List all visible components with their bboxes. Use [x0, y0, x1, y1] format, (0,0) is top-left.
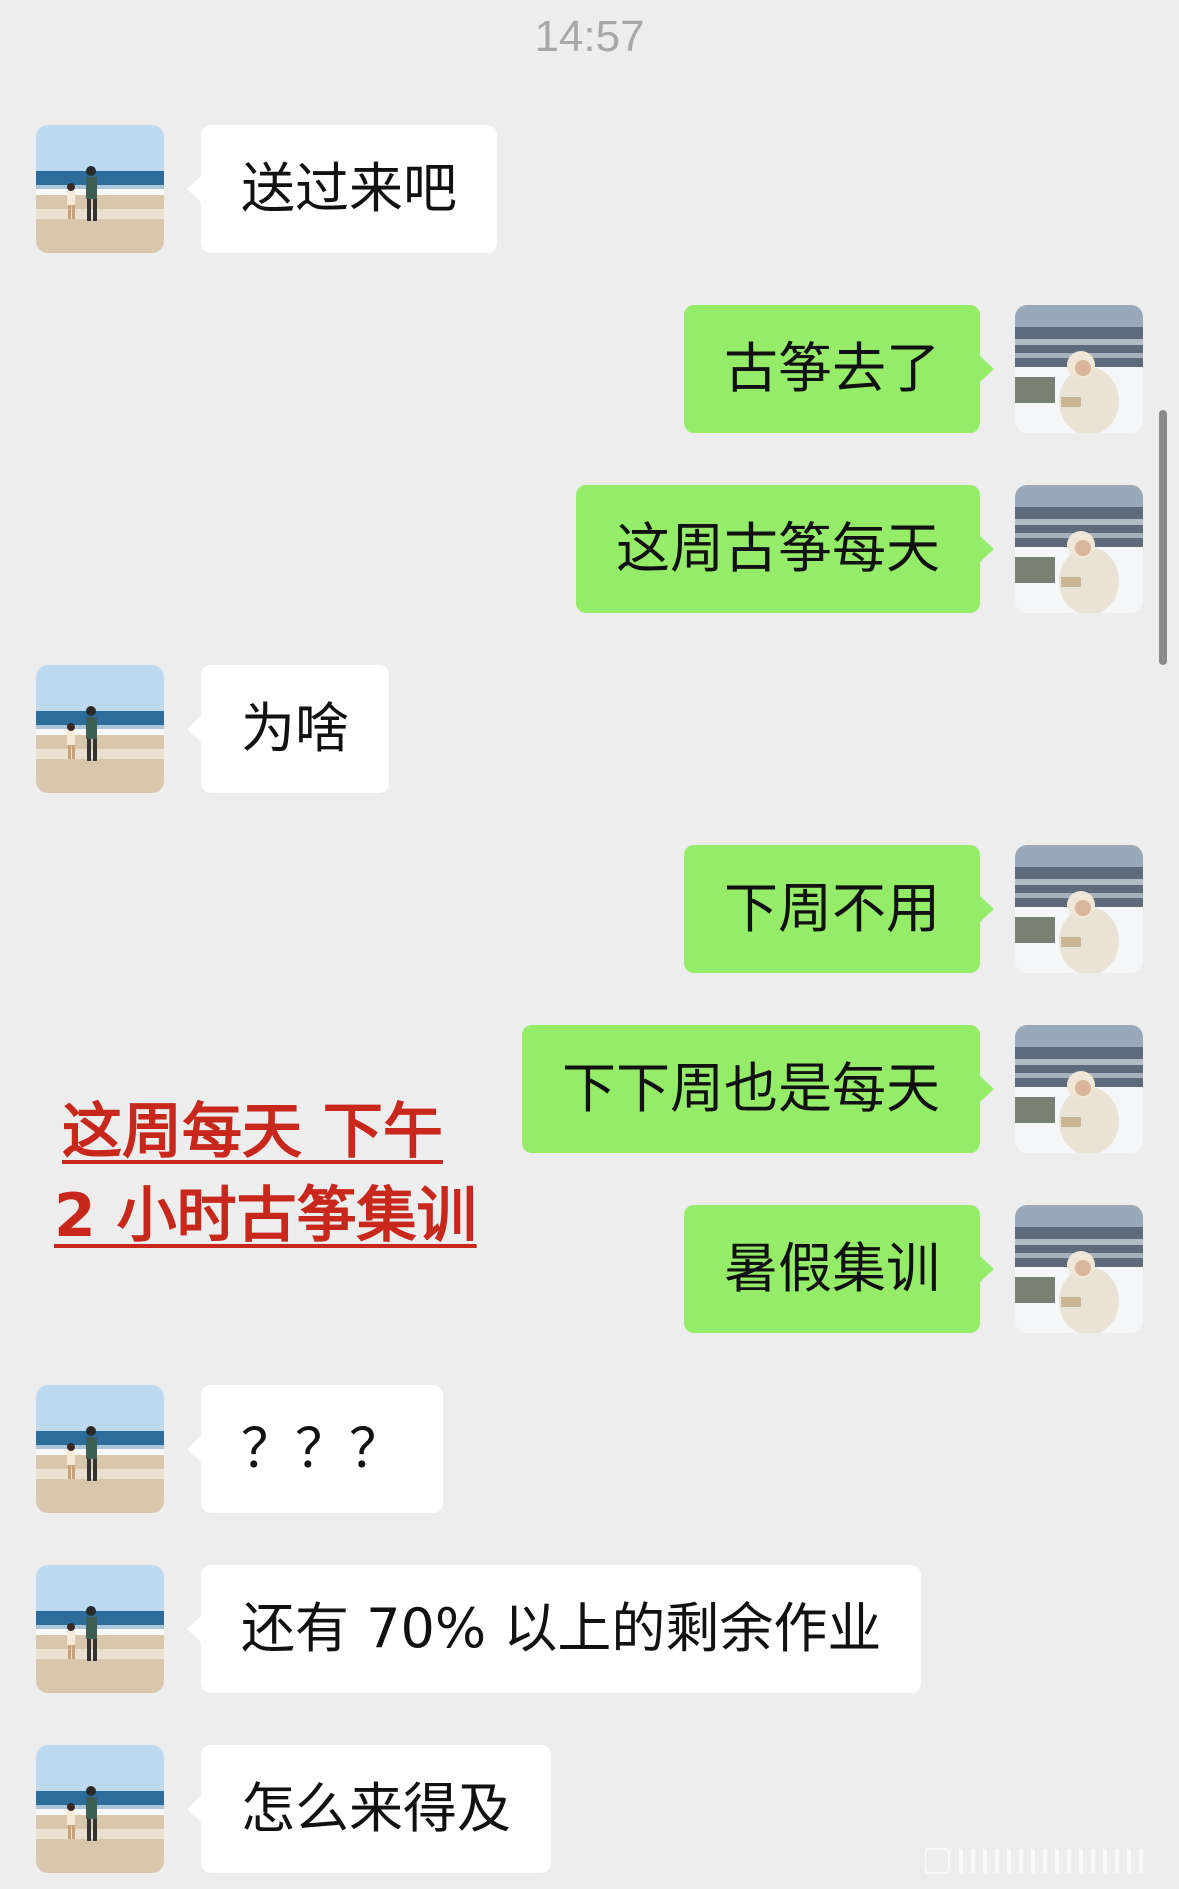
my-avatar[interactable] — [1015, 1025, 1143, 1153]
beach-avatar-icon — [36, 1745, 164, 1873]
contact-avatar[interactable] — [36, 125, 164, 253]
annotation-line-2: 2 小时古筝集训 — [54, 1181, 477, 1251]
my-avatar[interactable] — [1015, 485, 1143, 613]
chat-message-received: 还有 70% 以上的剩余作业 — [36, 1565, 956, 1695]
scrollbar[interactable] — [1159, 410, 1167, 665]
red-annotation: 这周每天 下午 2 小时古筝集训 — [54, 1090, 477, 1258]
my-avatar[interactable] — [1015, 305, 1143, 433]
contact-avatar[interactable] — [36, 1745, 164, 1873]
message-bubble[interactable]: 怎么来得及 — [187, 1745, 551, 1873]
chat-message-sent: 下下周也是每天 — [483, 1025, 1143, 1155]
message-bubble[interactable]: 送过来吧 — [187, 125, 497, 253]
my-avatar[interactable] — [1015, 1205, 1143, 1333]
contact-avatar[interactable] — [36, 1385, 164, 1513]
contact-avatar[interactable] — [36, 1565, 164, 1693]
beach-avatar-icon — [36, 1565, 164, 1693]
chat-message-sent: 暑假集训 — [663, 1205, 1143, 1335]
message-bubble[interactable]: 下周不用 — [684, 845, 994, 973]
contact-avatar[interactable] — [36, 665, 164, 793]
annotation-line-1: 这周每天 下午 — [62, 1097, 443, 1167]
chat-message-received: 送过来吧 — [36, 125, 636, 255]
chat-message-received: 怎么来得及 — [36, 1745, 636, 1875]
my-avatar[interactable] — [1015, 845, 1143, 973]
snow-avatar-icon — [1015, 485, 1143, 613]
snow-avatar-icon — [1015, 845, 1143, 973]
message-bubble[interactable]: 暑假集训 — [684, 1205, 994, 1333]
snow-avatar-icon — [1015, 1205, 1143, 1333]
message-bubble[interactable]: 古筝去了 — [684, 305, 994, 433]
snow-avatar-icon — [1015, 1025, 1143, 1153]
chat-message-sent: 古筝去了 — [663, 305, 1143, 435]
beach-avatar-icon — [36, 665, 164, 793]
chat-message-received: 为啥 — [36, 665, 536, 795]
snow-avatar-icon — [1015, 305, 1143, 433]
chat-message-sent: 这周古筝每天 — [543, 485, 1143, 615]
message-bubble[interactable]: ？？？ — [187, 1385, 443, 1513]
message-bubble[interactable]: 下下周也是每天 — [522, 1025, 994, 1153]
chat-message-received: ？？？ — [36, 1385, 536, 1515]
message-bubble[interactable]: 为啥 — [187, 665, 389, 793]
beach-avatar-icon — [36, 1385, 164, 1513]
chat-message-sent: 下周不用 — [663, 845, 1143, 975]
chat-timestamp: 14:57 — [534, 12, 645, 61]
message-bubble[interactable]: 还有 70% 以上的剩余作业 — [186, 1565, 922, 1693]
watermark-logo — [925, 1843, 1155, 1877]
beach-avatar-icon — [36, 125, 164, 253]
message-bubble[interactable]: 这周古筝每天 — [576, 485, 994, 613]
